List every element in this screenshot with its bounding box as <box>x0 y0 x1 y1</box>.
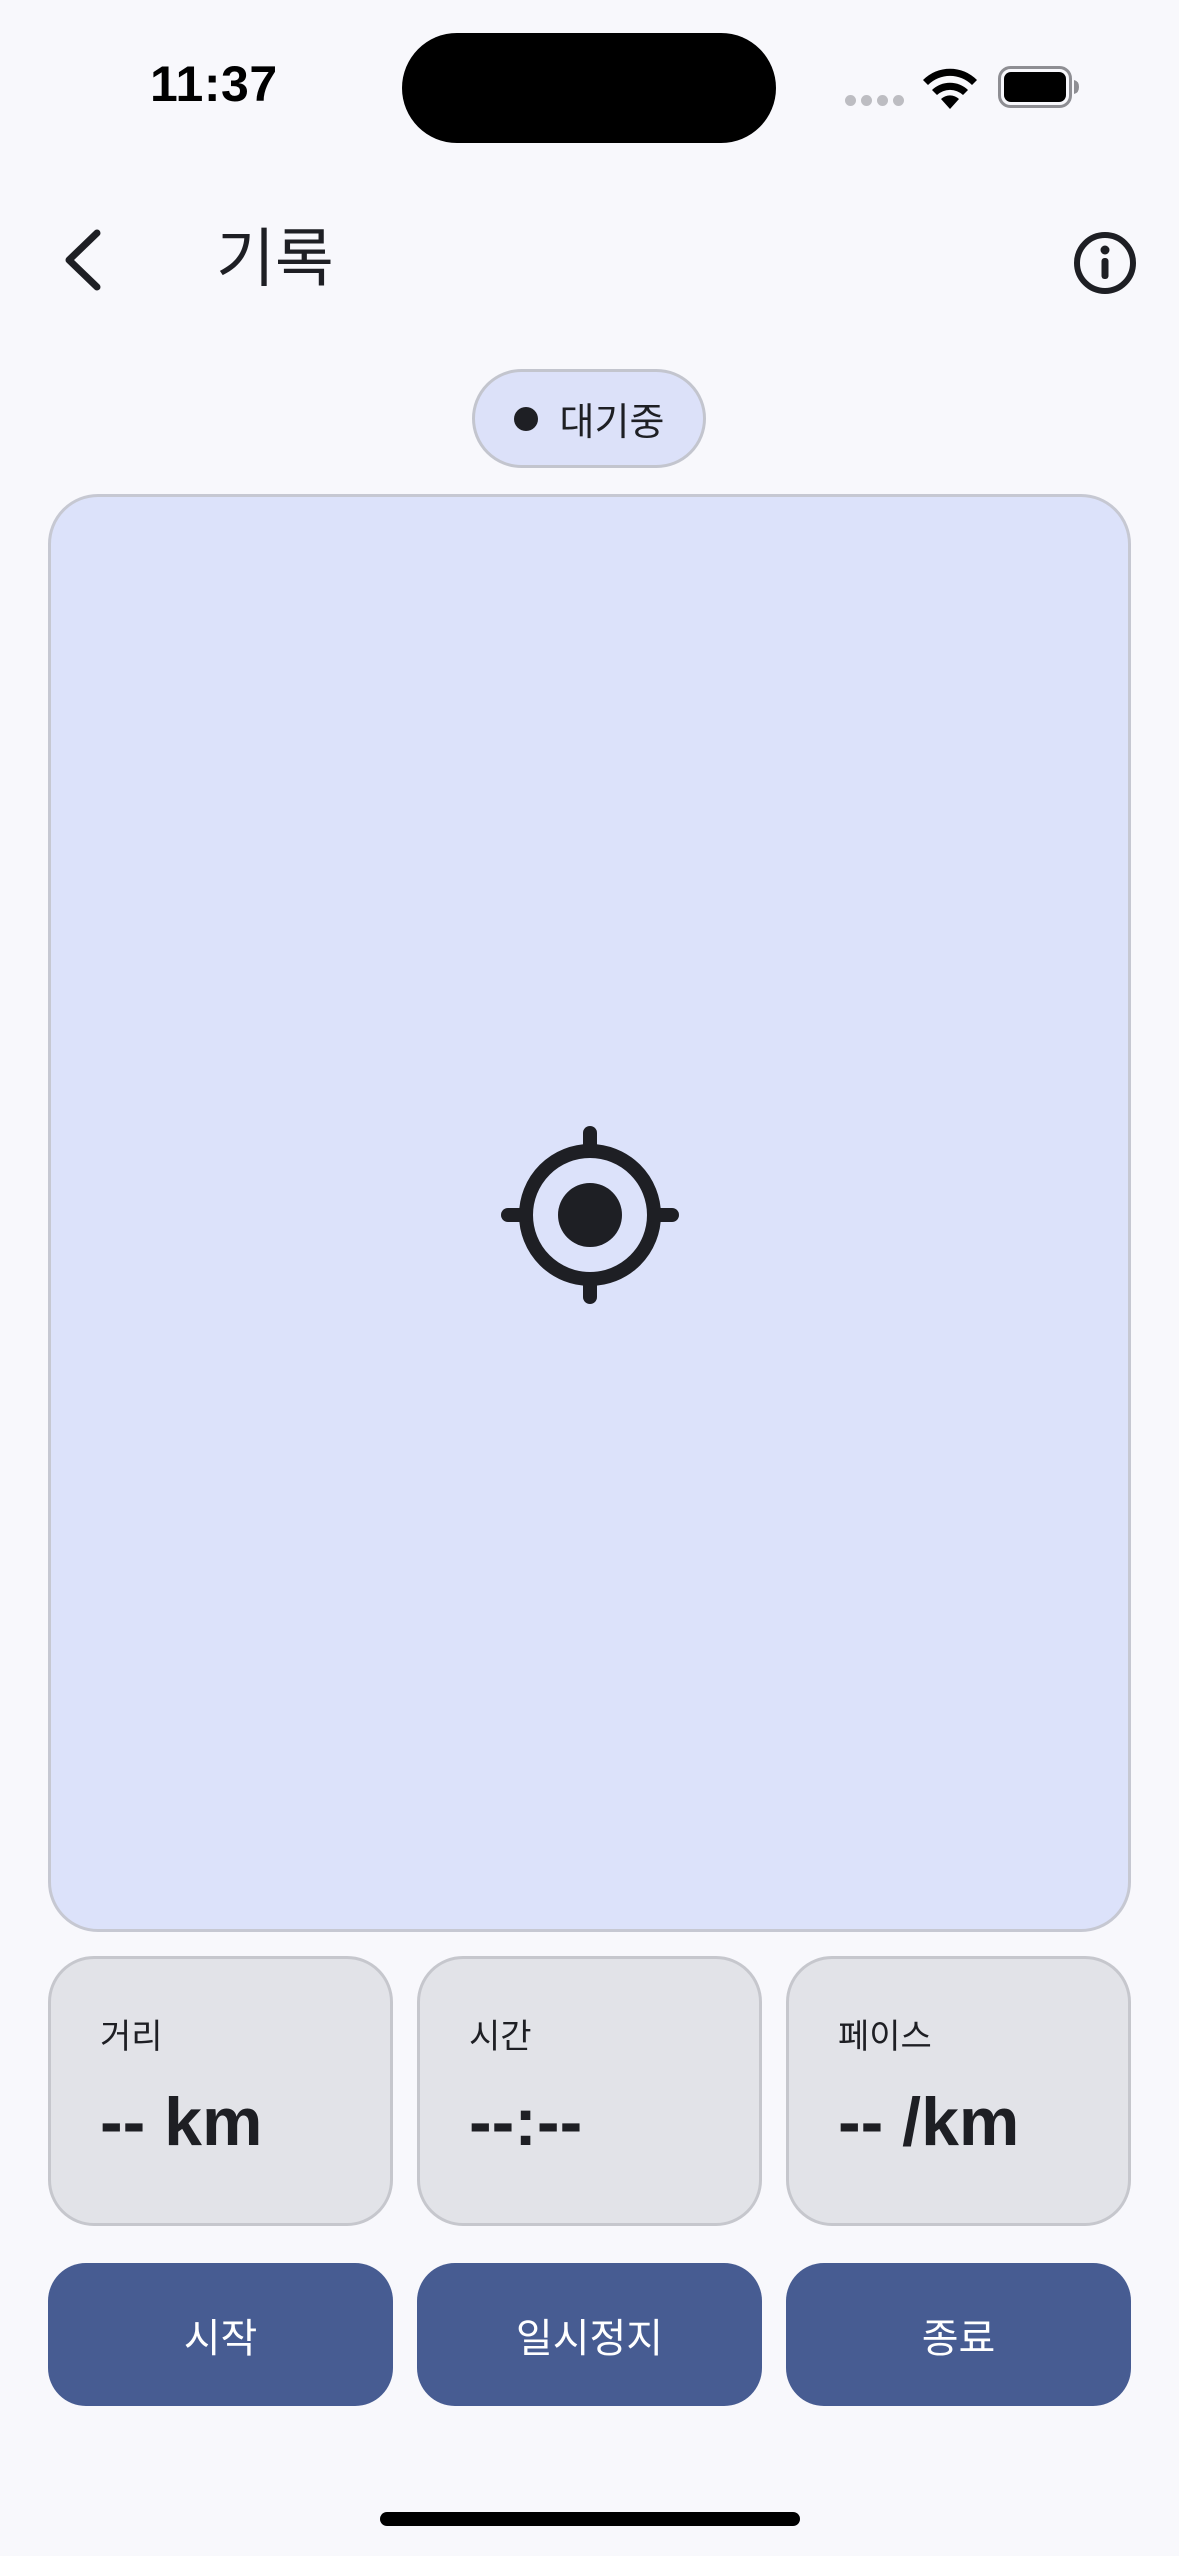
my-location-icon[interactable] <box>500 1125 680 1305</box>
recording-status-badge: 대기중 <box>472 369 706 468</box>
pace-card: 페이스 -- /km <box>786 1956 1131 2226</box>
distance-value: -- km <box>100 2084 263 2160</box>
pace-label: 페이스 <box>838 2017 932 2057</box>
recording-status-text: 대기중 <box>559 400 665 444</box>
dynamic-island <box>402 33 776 143</box>
info-icon[interactable] <box>1072 230 1138 296</box>
time-label: 시간 <box>469 2017 532 2057</box>
wifi-icon <box>923 68 977 109</box>
back-button[interactable] <box>55 225 115 295</box>
pause-button[interactable]: 일시정지 <box>417 2263 762 2406</box>
time-card: 시간 --:-- <box>417 1956 762 2226</box>
battery-icon <box>998 66 1079 108</box>
time-value: --:-- <box>469 2084 583 2160</box>
cellular-signal-icon <box>845 95 905 107</box>
page-title: 기록 <box>216 223 334 297</box>
distance-card: 거리 -- km <box>48 1956 393 2226</box>
distance-label: 거리 <box>100 2017 163 2057</box>
start-button[interactable]: 시작 <box>48 2263 393 2406</box>
status-bar-time: 11:37 <box>150 56 278 112</box>
pace-value: -- /km <box>838 2084 1020 2160</box>
stop-button[interactable]: 종료 <box>786 2263 1131 2406</box>
status-dot-icon <box>513 406 538 431</box>
home-indicator[interactable] <box>380 2512 800 2526</box>
